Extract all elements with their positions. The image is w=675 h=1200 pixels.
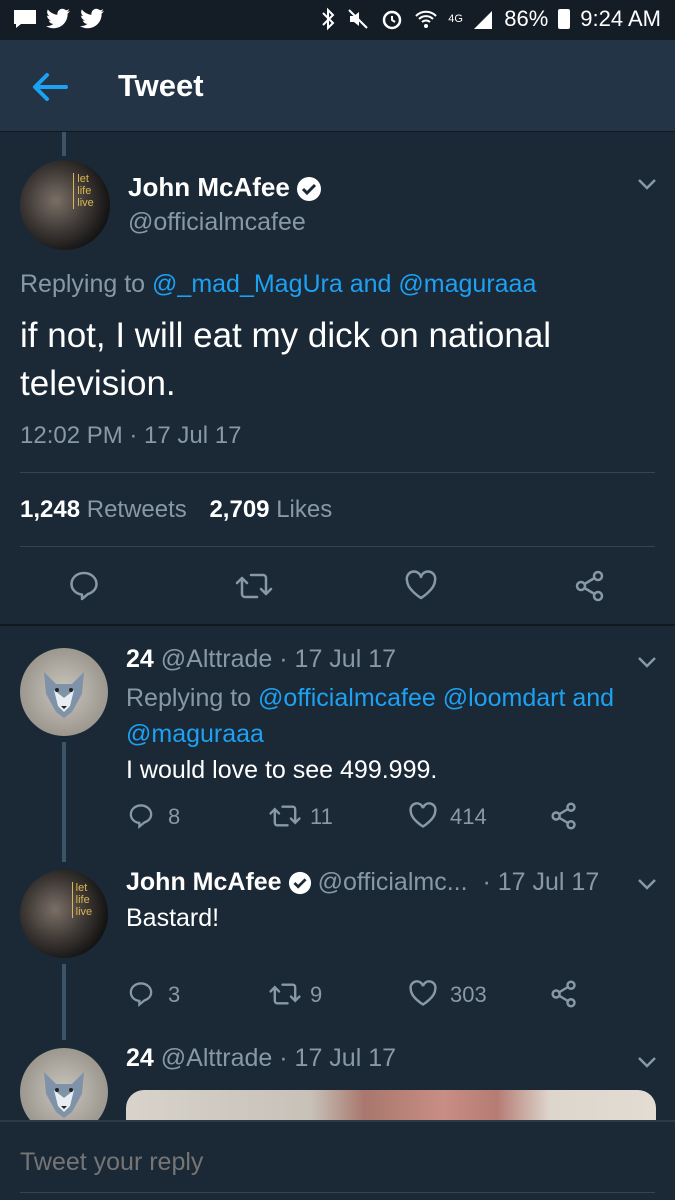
retweet-icon[interactable] [268, 980, 302, 1008]
network-type: 4G [448, 13, 463, 25]
reply-header: 24 @Alttrade · 17 Jul 17 [126, 1044, 396, 1073]
reply-count: 8 [168, 804, 181, 829]
reply-date: · 17 Jul 17 [279, 645, 397, 673]
chevron-down-icon[interactable] [636, 876, 658, 892]
mute-icon [348, 9, 368, 29]
alarm-icon [382, 10, 402, 30]
thread-line [62, 964, 66, 1040]
reply-date: · 17 Jul 17 [482, 868, 600, 896]
reply-author[interactable]: 24 [126, 645, 154, 673]
divider [20, 472, 655, 473]
avatar[interactable]: let life live [20, 160, 110, 250]
mention-link[interactable]: @officialmcafee @loomdart and [258, 684, 614, 712]
chevron-down-icon[interactable] [636, 176, 658, 192]
share-icon[interactable] [550, 980, 578, 1008]
verified-badge-icon [296, 177, 321, 202]
retweets-count[interactable]: 1,248 [20, 496, 80, 523]
avatar[interactable]: let life live [20, 870, 108, 958]
wolf-avatar-image [44, 1071, 84, 1118]
avatar-sign: let life live [73, 172, 94, 209]
like-icon[interactable] [408, 980, 438, 1008]
reply-handle[interactable]: @officialmc... [318, 868, 468, 896]
mention-link[interactable]: @maguraaa [398, 270, 536, 298]
twitter-bird-icon [80, 8, 104, 29]
share-icon[interactable] [574, 570, 606, 602]
avatar[interactable] [20, 648, 108, 736]
divider [20, 546, 655, 547]
author-name[interactable]: John McAfee [128, 172, 322, 203]
likes-label[interactable]: Likes [276, 496, 332, 523]
message-icon [14, 10, 36, 28]
wolf-avatar-image [44, 671, 84, 718]
reply-count: 3 [168, 982, 181, 1007]
reply-handle[interactable]: @Alttrade [161, 645, 273, 673]
mention-link[interactable]: @_mad_MagUra [152, 270, 343, 298]
twitter-bird-icon [46, 8, 70, 29]
like-count: 414 [450, 804, 487, 829]
tweet-timestamp: 12:02 PM · 17 Jul 17 [20, 422, 242, 449]
section-divider [0, 624, 675, 626]
like-icon[interactable] [404, 570, 438, 602]
battery-icon [558, 9, 571, 29]
reply-header: 24 @Alttrade · 17 Jul 17 [126, 645, 396, 674]
retweet-icon[interactable] [268, 802, 302, 830]
reply-date: · 17 Jul 17 [279, 1044, 397, 1072]
notification-icons [12, 8, 106, 30]
signal-icon [474, 11, 493, 29]
retweet-icon[interactable] [234, 570, 274, 602]
chevron-down-icon[interactable] [636, 1054, 658, 1070]
reply-header: John McAfee @officialmc... · 17 Jul 17 [126, 868, 599, 897]
system-indicators: 4G 86% 9:24 AM [320, 6, 661, 32]
tweet-text: if not, I will eat my dick on national t… [20, 316, 552, 403]
reply-text: Bastard! [126, 904, 220, 932]
battery-percent: 86% [504, 6, 549, 31]
replying-to: Replying to @_mad_MagUra and @maguraaa [20, 270, 537, 298]
reply-bar [0, 1120, 675, 1200]
mention-link[interactable]: @maguraaa [126, 720, 264, 748]
clock: 9:24 AM [580, 6, 661, 31]
like-icon[interactable] [408, 802, 438, 830]
app-header: Tweet [0, 40, 675, 132]
bluetooth-icon [322, 7, 335, 31]
reply-author[interactable]: John McAfee [126, 868, 282, 896]
author-handle[interactable]: @officialmcafee [128, 208, 306, 237]
like-count: 303 [450, 982, 487, 1007]
retweets-label[interactable]: Retweets [87, 496, 187, 523]
avatar-sign: let life live [71, 882, 92, 919]
replying-to: Replying to @officialmcafee @loomdart an… [126, 684, 615, 748]
reply-author[interactable]: 24 [126, 1044, 154, 1072]
share-icon[interactable] [550, 802, 578, 830]
likes-count[interactable]: 2,709 [209, 496, 269, 523]
reply-text: I would love to see 499.999. [126, 756, 438, 784]
thread-line [62, 742, 66, 862]
reply-input[interactable] [20, 1148, 640, 1177]
tweet-stats: 1,248 Retweets 2,709 Likes [20, 496, 348, 524]
back-arrow-icon[interactable] [30, 70, 70, 104]
page-title: Tweet [118, 68, 204, 103]
reply-icon[interactable] [68, 570, 100, 602]
reply-icon[interactable] [128, 802, 154, 830]
wifi-icon [415, 10, 437, 28]
retweet-count: 9 [310, 982, 323, 1007]
thread-connector [62, 132, 66, 156]
chevron-down-icon[interactable] [636, 654, 658, 670]
status-bar: 4G 86% 9:24 AM [0, 0, 675, 40]
retweet-count: 11 [310, 804, 333, 829]
reply-underline [20, 1192, 655, 1193]
reply-icon[interactable] [128, 980, 154, 1008]
reply-handle[interactable]: @Alttrade [161, 1044, 273, 1072]
verified-badge-icon [288, 872, 311, 895]
